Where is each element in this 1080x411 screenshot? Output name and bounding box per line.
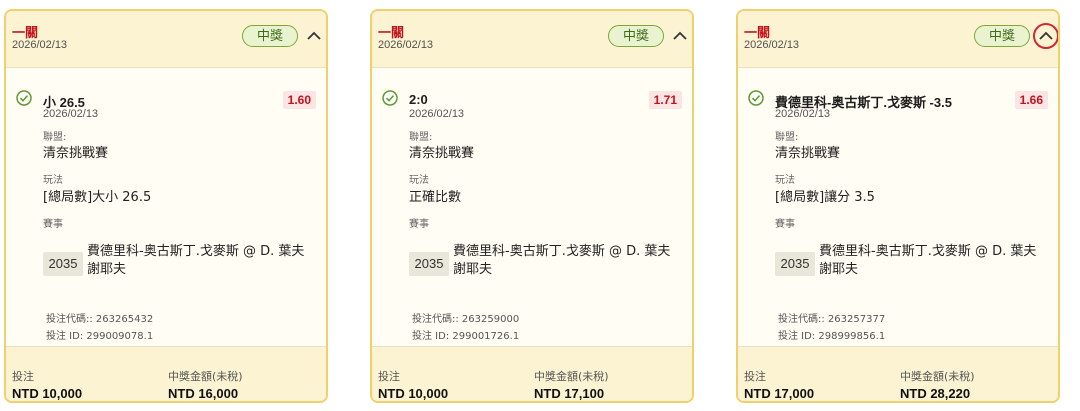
stake-label: 投注 (12, 370, 34, 383)
chevron-up-icon (307, 31, 321, 40)
bet-ticket-card: 一關 2026/02/13 中獎 費德里科-奥古斯丁.戈麥斯 -3.5 2026… (736, 9, 1060, 403)
leg-date: 2026/02/13 (378, 39, 434, 51)
odds-badge: 1.60 (282, 91, 316, 109)
win-status-badge: 中獎 (974, 25, 1030, 47)
collapse-button[interactable] (1033, 23, 1058, 49)
payout-label: 中獎金額(未稅) (168, 370, 243, 383)
stake-amount: NTD 10,000 (378, 386, 449, 401)
leg-date: 2026/02/13 (744, 39, 800, 51)
market-value: [總局數]讓分 3.5 (775, 190, 875, 205)
odds-badge: 1.71 (648, 91, 682, 109)
stake-label: 投注 (744, 370, 766, 383)
ticket-header: 一關 2026/02/13 中獎 (372, 11, 692, 68)
payout-amount: NTD 28,220 (900, 386, 971, 401)
leg-date: 2026/02/13 (12, 39, 68, 51)
selection-label: 2:0 (409, 92, 428, 107)
bet-code: 投注代碼:: 263257377 (778, 314, 886, 325)
stake-amount: NTD 17,000 (744, 386, 815, 401)
event-label: 賽事 (43, 219, 63, 230)
stake-label: 投注 (378, 370, 400, 383)
event-id-badge: 2035 (409, 252, 449, 276)
bet-id: 投注 ID: 299001726.1 (412, 331, 520, 342)
win-status-badge: 中獎 (242, 25, 298, 47)
league-value: 清奈挑戰賽 (43, 146, 109, 161)
market-label: 玩法 (409, 175, 429, 186)
event-name: 費德里科-奥古斯丁.戈麥斯 @ D. 葉夫謝耶夫 (87, 244, 305, 277)
league-value: 清奈挑戰賽 (409, 146, 475, 161)
event-id-badge: 2035 (43, 252, 83, 276)
payout-amount: NTD 16,000 (168, 386, 239, 401)
league-label: 聯盟: (775, 132, 799, 143)
event-label: 賽事 (409, 219, 429, 230)
bet-id: 投注 ID: 298999856.1 (778, 331, 886, 342)
bet-ticket-card: 一關 2026/02/13 中獎 2:0 2026/02/13 1.71 聯盟:… (370, 9, 694, 403)
check-circle-icon (382, 90, 398, 106)
bet-id: 投注 ID: 299009078.1 (46, 331, 154, 342)
event-name: 費德里科-奥古斯丁.戈麥斯 @ D. 葉夫謝耶夫 (453, 244, 671, 277)
event-name: 費德里科-奥古斯丁.戈麥斯 @ D. 葉夫謝耶夫 (819, 244, 1037, 277)
market-value: 正確比數 (409, 190, 462, 205)
payout-label: 中獎金額(未稅) (900, 370, 975, 383)
market-value: [總局數]大小 26.5 (43, 190, 152, 205)
ticket-header: 一關 2026/02/13 中獎 (738, 11, 1058, 68)
payout-amount: NTD 17,100 (534, 386, 605, 401)
collapse-button[interactable] (667, 23, 692, 49)
check-circle-icon (748, 90, 764, 106)
event-label: 賽事 (775, 219, 795, 230)
market-label: 玩法 (775, 175, 795, 186)
chevron-up-icon (673, 31, 687, 40)
league-value: 清奈挑戰賽 (775, 146, 841, 161)
selection-date: 2026/02/13 (43, 108, 99, 120)
league-label: 聯盟: (43, 132, 67, 143)
event-id-badge: 2035 (775, 252, 815, 276)
bet-code: 投注代碼:: 263265432 (46, 314, 154, 325)
bet-ticket-card: 一關 2026/02/13 中獎 小 26.5 2026/02/13 1.60 … (4, 9, 328, 403)
league-label: 聯盟: (409, 132, 433, 143)
ticket-header: 一關 2026/02/13 中獎 (6, 11, 326, 68)
stake-amount: NTD 10,000 (12, 386, 83, 401)
market-label: 玩法 (43, 175, 63, 186)
payout-label: 中獎金額(未稅) (534, 370, 609, 383)
collapse-button[interactable] (301, 23, 326, 49)
bet-code: 投注代碼:: 263259000 (412, 314, 520, 325)
win-status-badge: 中獎 (608, 25, 664, 47)
chevron-up-icon (1039, 31, 1053, 40)
selection-date: 2026/02/13 (775, 108, 831, 120)
odds-badge: 1.66 (1014, 91, 1048, 109)
selection-date: 2026/02/13 (409, 108, 465, 120)
check-circle-icon (16, 90, 32, 106)
